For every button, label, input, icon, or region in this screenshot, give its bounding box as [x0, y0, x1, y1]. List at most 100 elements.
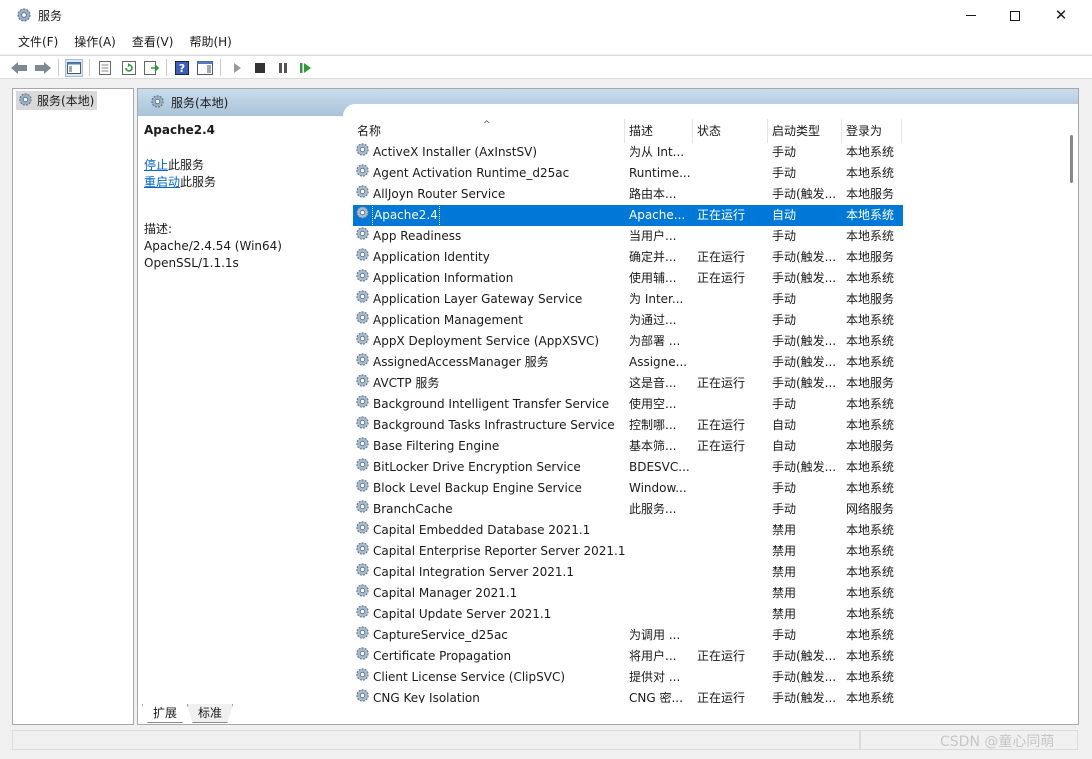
- service-row[interactable]: BitLocker Drive Encryption Service BDESVC…: [353, 457, 1065, 478]
- show-hide-action-pane-icon[interactable]: [196, 59, 214, 77]
- service-name-cell: Apache2.4: [353, 205, 625, 226]
- service-row[interactable]: Capital Integration Server 2021.1 禁用 本地系统: [353, 562, 1065, 583]
- menu-action[interactable]: 操作(A): [66, 31, 124, 54]
- service-name-cell: Application Layer Gateway Service: [353, 289, 625, 310]
- service-row[interactable]: BranchCache 此服务... 手动 网络服务: [353, 499, 1065, 520]
- service-name-cell: Capital Embedded Database 2021.1: [353, 520, 625, 541]
- service-start-type: 手动: [772, 502, 797, 516]
- back-arrow-icon[interactable]: [10, 59, 28, 77]
- service-row[interactable]: Capital Manager 2021.1 禁用 本地系统: [353, 583, 1065, 604]
- tree-item-services-local[interactable]: 服务(本地): [16, 91, 98, 110]
- service-row[interactable]: Agent Activation Runtime_d25ac Runtime...…: [353, 163, 1065, 184]
- service-row[interactable]: Capital Update Server 2021.1 禁用 本地系统: [353, 604, 1065, 625]
- service-row[interactable]: Background Intelligent Transfer Service 使…: [353, 394, 1065, 415]
- service-row[interactable]: Application Identity 确定并... 正在运行 手动(触发... 本地…: [353, 247, 1065, 268]
- service-row[interactable]: Capital Embedded Database 2021.1 禁用 本地系统: [353, 520, 1065, 541]
- service-start-type: 手动: [772, 145, 797, 159]
- service-status: [693, 604, 768, 625]
- service-row[interactable]: ActiveX Installer (AxInstSV) 为从 Int... 手动 本…: [353, 142, 1065, 163]
- tab-extended[interactable]: 扩展: [142, 704, 189, 723]
- service-logon-as: 本地系统: [846, 649, 895, 663]
- service-row[interactable]: Apache2.4 Apache... 正在运行 自动 本地系统: [353, 205, 903, 226]
- service-name: Capital Update Server 2021.1: [373, 607, 552, 621]
- maximize-button[interactable]: [992, 0, 1038, 31]
- menu-help[interactable]: 帮助(H): [181, 31, 239, 54]
- column-header-status[interactable]: 状态: [693, 119, 768, 143]
- service-row[interactable]: CNG Key Isolation CNG 密... 正在运行 手动(触发... 本地系…: [353, 688, 1065, 703]
- properties-icon[interactable]: [96, 59, 114, 77]
- help-icon[interactable]: ?: [173, 59, 191, 77]
- stop-service-icon[interactable]: [251, 59, 269, 77]
- service-name-cell: AppX Deployment Service (AppXSVC): [353, 331, 625, 352]
- menu-file[interactable]: 文件(F): [10, 31, 66, 54]
- refresh-icon[interactable]: [120, 59, 138, 77]
- service-description: Runtime...: [629, 166, 691, 180]
- service-start-type: 手动: [772, 313, 797, 327]
- export-list-icon[interactable]: [143, 59, 161, 77]
- service-name-cell: AVCTP 服务: [353, 373, 625, 394]
- forward-arrow-icon[interactable]: [34, 59, 52, 77]
- service-row[interactable]: AssignedAccessManager 服务 Assigne... 手动(触发.…: [353, 352, 1065, 373]
- service-row[interactable]: CaptureService_d25ac 为调用 ... 手动 本地系统: [353, 625, 1065, 646]
- service-logon-as: 本地系统: [846, 355, 895, 369]
- restart-service-link[interactable]: 重启动: [144, 175, 180, 189]
- service-start-type: 手动: [772, 166, 797, 180]
- service-row[interactable]: Background Tasks Infrastructure Service 控…: [353, 415, 1065, 436]
- menu-bar: 文件(F) 操作(A) 查看(V) 帮助(H): [0, 31, 1092, 54]
- content-header: 服务(本地): [138, 89, 1078, 116]
- service-logon-as: 本地系统: [846, 607, 895, 621]
- service-row[interactable]: AVCTP 服务 这是音... 正在运行 手动(触发... 本地服务: [353, 373, 1065, 394]
- service-gear-icon: [355, 436, 370, 457]
- service-row[interactable]: Application Management 为通过... 手动 本地系统: [353, 310, 1065, 331]
- service-row[interactable]: Capital Enterprise Reporter Server 2021.…: [353, 541, 1065, 562]
- service-name-cell: Capital Update Server 2021.1: [353, 604, 625, 625]
- service-status: [693, 352, 768, 373]
- start-service-icon[interactable]: [228, 59, 246, 77]
- restart-service-line: 重启动此服务: [144, 174, 340, 191]
- close-button[interactable]: ✕: [1038, 0, 1084, 31]
- service-start-type: 手动: [772, 292, 797, 306]
- service-name: CaptureService_d25ac: [373, 628, 508, 642]
- service-status: [693, 163, 768, 184]
- service-name: Application Identity: [373, 250, 490, 264]
- service-name-cell: ActiveX Installer (AxInstSV): [353, 142, 625, 163]
- service-gear-icon: [355, 625, 370, 646]
- service-description: 路由本...: [629, 187, 677, 201]
- service-name: BitLocker Drive Encryption Service: [373, 460, 581, 474]
- restart-service-icon[interactable]: [297, 59, 315, 77]
- service-row[interactable]: AppX Deployment Service (AppXSVC) 为部署 ...…: [353, 331, 1065, 352]
- minimize-button[interactable]: [948, 0, 994, 31]
- service-row[interactable]: Block Level Backup Engine Service Window.…: [353, 478, 1065, 499]
- service-description: 这是音...: [629, 376, 677, 390]
- tab-standard[interactable]: 标准: [187, 704, 234, 723]
- service-row[interactable]: Client License Service (ClipSVC) 提供对 ... 手…: [353, 667, 1065, 688]
- service-status: [693, 478, 768, 499]
- scrollbar-thumb[interactable]: [1070, 135, 1073, 183]
- service-name-cell: Background Intelligent Transfer Service: [353, 394, 625, 415]
- service-name-cell: BranchCache: [353, 499, 625, 520]
- vertical-scrollbar[interactable]: [1066, 117, 1078, 703]
- column-header-name[interactable]: ^ 名称: [353, 119, 625, 143]
- service-name-cell: Capital Enterprise Reporter Server 2021.…: [353, 541, 625, 562]
- service-row[interactable]: Certificate Propagation 将用户... 正在运行 手动(触发..…: [353, 646, 1065, 667]
- column-header-description[interactable]: 描述: [625, 119, 693, 143]
- service-row[interactable]: App Readiness 当用户... 手动 本地系统: [353, 226, 1065, 247]
- column-header-start-type[interactable]: 启动类型: [768, 119, 842, 143]
- service-row[interactable]: Application Information 使用辅... 正在运行 手动(触发..…: [353, 268, 1065, 289]
- service-row[interactable]: Application Layer Gateway Service 为 Inter…: [353, 289, 1065, 310]
- service-name: Capital Enterprise Reporter Server 2021.…: [373, 544, 625, 558]
- service-status: [693, 226, 768, 247]
- service-description: Assigne...: [629, 355, 688, 369]
- stop-suffix: 此服务: [168, 158, 205, 172]
- service-start-type: 手动(触发...: [772, 187, 837, 201]
- stop-service-link[interactable]: 停止: [144, 158, 168, 172]
- service-row[interactable]: Base Filtering Engine 基本筛... 正在运行 自动 本地服务: [353, 436, 1065, 457]
- service-status: 正在运行: [697, 376, 746, 390]
- pause-service-icon[interactable]: [274, 59, 292, 77]
- show-hide-console-tree-icon[interactable]: [65, 59, 83, 77]
- service-name: Capital Integration Server 2021.1: [373, 565, 574, 579]
- service-row[interactable]: AllJoyn Router Service 路由本... 手动(触发... 本地服务: [353, 184, 1065, 205]
- column-header-logon-as[interactable]: 登录为: [842, 119, 902, 143]
- menu-view[interactable]: 查看(V): [124, 31, 182, 54]
- service-logon-as: 本地系统: [846, 670, 895, 684]
